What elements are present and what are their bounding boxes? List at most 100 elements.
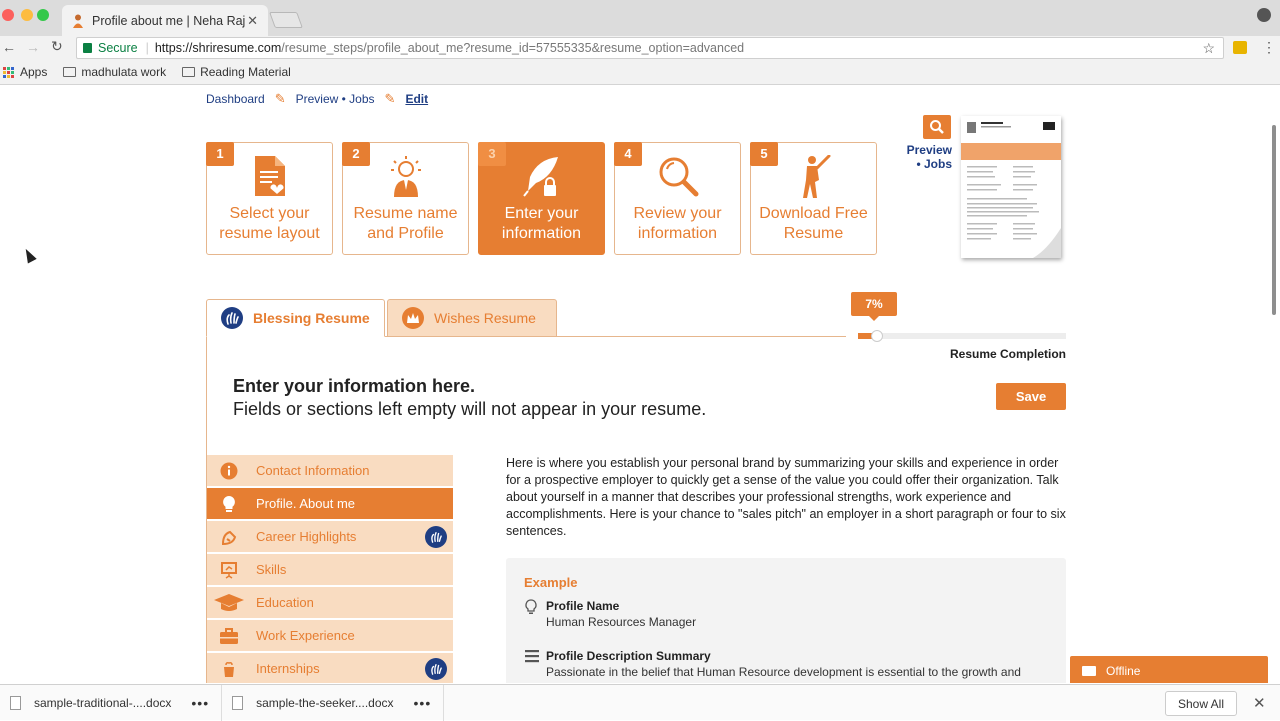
info-subheading: Fields or sections left empty will not a… — [233, 399, 707, 419]
close-window-button[interactable] — [2, 9, 14, 21]
pencil-icon: ✎ — [384, 91, 396, 106]
step-label: Download Free Resume — [759, 205, 868, 242]
resume-tabs: Blessing Resume Wishes Resume — [206, 299, 846, 337]
chat-offline-widget[interactable]: Offline — [1070, 656, 1268, 683]
download-item[interactable]: sample-traditional-....docx ••• — [0, 684, 223, 721]
profile-icon[interactable] — [1257, 8, 1271, 22]
breadcrumb-edit[interactable]: Edit — [405, 92, 428, 106]
browser-tab-active[interactable]: Profile about me | Neha Raj ✕ — [62, 5, 268, 36]
chat-status: Offline — [1106, 664, 1141, 678]
bookmark-label: Reading Material — [200, 65, 291, 79]
downloads-bar: sample-traditional-....docx ••• sample-t… — [0, 684, 1280, 721]
search-icon — [930, 120, 944, 134]
favicon-icon — [72, 14, 84, 28]
nav-profile-about-me[interactable]: Profile. About me — [207, 488, 453, 519]
crown-badge-icon — [402, 307, 424, 329]
url-host: https://shriresume.com — [154, 41, 282, 55]
show-all-downloads-button[interactable]: Show All — [1165, 691, 1237, 716]
nav-education[interactable]: Education — [207, 587, 453, 618]
breadcrumb-dashboard[interactable]: Dashboard — [206, 92, 265, 106]
graduation-cap-icon — [213, 593, 245, 613]
bookmark-reading-material[interactable]: Reading Material — [182, 65, 291, 79]
progress-knob — [871, 330, 883, 342]
example-summary: Profile Description Summary Passionate i… — [524, 648, 1021, 680]
tab-label: Blessing Resume — [253, 310, 370, 326]
bookmark-apps[interactable]: Apps — [3, 65, 47, 79]
nav-skills[interactable]: Skills — [207, 554, 453, 585]
section-description: Here is where you establish your persona… — [506, 456, 1066, 538]
page-scrollbar[interactable] — [1272, 125, 1276, 315]
list-lines-icon — [524, 649, 540, 665]
page-content: Dashboard ✎ Preview • Jobs ✎ Edit 1 Sele… — [0, 85, 1280, 683]
save-button[interactable]: Save — [996, 383, 1066, 410]
browser-tab-strip: Profile about me | Neha Raj ✕ — [0, 0, 1280, 36]
step-select-layout[interactable]: 1 Select your resume layout — [206, 142, 333, 255]
folder-icon — [182, 67, 196, 77]
example-title: Example — [524, 575, 578, 590]
info-heading-block: Enter your information here. Fields or s… — [233, 375, 706, 421]
apps-grid-icon — [3, 66, 14, 78]
progress-track — [858, 330, 1066, 342]
back-icon[interactable]: ← — [2, 39, 16, 55]
maximize-window-button[interactable] — [37, 9, 49, 21]
address-bar[interactable]: Secure | https://shriresume.com /resume_… — [76, 37, 1224, 59]
file-icon — [232, 695, 244, 710]
download-more-button[interactable]: ••• — [414, 695, 432, 711]
document-heart-icon — [207, 155, 332, 199]
secure-label: Secure — [98, 41, 138, 55]
nav-internships[interactable]: Internships — [207, 653, 453, 683]
completion-percent: 7% — [851, 292, 897, 321]
resume-preview-thumbnail[interactable] — [961, 116, 1061, 258]
step-label: Resume name and Profile — [353, 205, 458, 242]
close-downloads-icon[interactable]: ✕ — [1253, 694, 1266, 712]
step-review-information[interactable]: 4 Review your information — [614, 142, 741, 255]
section-nav: Contact Information Profile. About me Ca… — [207, 455, 453, 683]
bookmark-madhulata-work[interactable]: madhulata work — [63, 65, 166, 79]
blessing-hand-icon — [425, 658, 447, 680]
step-enter-information[interactable]: 3 Enter your information — [478, 142, 605, 255]
extension-icon[interactable] — [1233, 41, 1247, 54]
quill-icon — [479, 155, 604, 199]
step-label: Review your information — [633, 205, 722, 242]
menu-dots-icon[interactable]: ⋮ — [1262, 39, 1276, 56]
forward-icon[interactable]: → — [26, 39, 40, 55]
resume-completion-progress: 7% Resume Completion — [851, 291, 1066, 361]
step-label: Select your resume layout — [219, 205, 320, 242]
nav-label: Internships — [256, 661, 320, 676]
preview-jobs-link[interactable]: Preview • Jobs — [904, 143, 952, 171]
hand-badge-icon — [221, 307, 243, 329]
minimize-window-button[interactable] — [21, 9, 33, 21]
preview-search-button[interactable] — [923, 115, 951, 139]
nav-contact-information[interactable]: Contact Information — [207, 455, 453, 486]
download-more-button[interactable]: ••• — [191, 695, 209, 711]
reload-icon[interactable]: ↻ — [51, 38, 63, 55]
step-resume-name[interactable]: 2 Resume name and Profile — [342, 142, 469, 255]
tab-wishes-resume[interactable]: Wishes Resume — [387, 299, 557, 337]
download-filename: sample-traditional-....docx — [34, 695, 172, 710]
bookmark-star-icon[interactable]: ☆ — [1202, 40, 1215, 57]
info-heading: Enter your information here. — [233, 376, 476, 396]
nav-label: Career Highlights — [256, 529, 357, 544]
new-tab-button[interactable] — [269, 12, 303, 28]
cup-icon — [219, 659, 239, 679]
breadcrumb-preview-jobs[interactable]: Preview • Jobs — [296, 92, 375, 106]
nav-work-experience[interactable]: Work Experience — [207, 620, 453, 651]
download-item[interactable]: sample-the-seeker....docx ••• — [222, 684, 445, 721]
example-label: Profile Name — [546, 599, 620, 613]
tab-label: Wishes Resume — [434, 310, 536, 326]
nav-label: Work Experience — [256, 628, 355, 643]
preview-link-line2: • Jobs — [916, 157, 952, 171]
step-download-resume[interactable]: 5 Download Free Resume — [750, 142, 877, 255]
nav-label: Profile. About me — [256, 496, 355, 511]
nav-label: Contact Information — [256, 463, 370, 478]
pencil-icon: ✎ — [274, 91, 286, 106]
magnifier-icon — [615, 155, 740, 199]
tab-blessing-resume[interactable]: Blessing Resume — [206, 299, 385, 337]
tab-title: Profile about me | Neha Raj — [92, 13, 246, 28]
example-profile-name: Profile Name Human Resources Manager — [524, 598, 696, 630]
nav-career-highlights[interactable]: Career Highlights — [207, 521, 453, 552]
download-filename: sample-the-seeker....docx — [256, 695, 394, 710]
tab-close-icon[interactable]: ✕ — [247, 13, 258, 29]
highlight-icon — [219, 527, 239, 547]
info-circle-icon — [219, 461, 239, 481]
